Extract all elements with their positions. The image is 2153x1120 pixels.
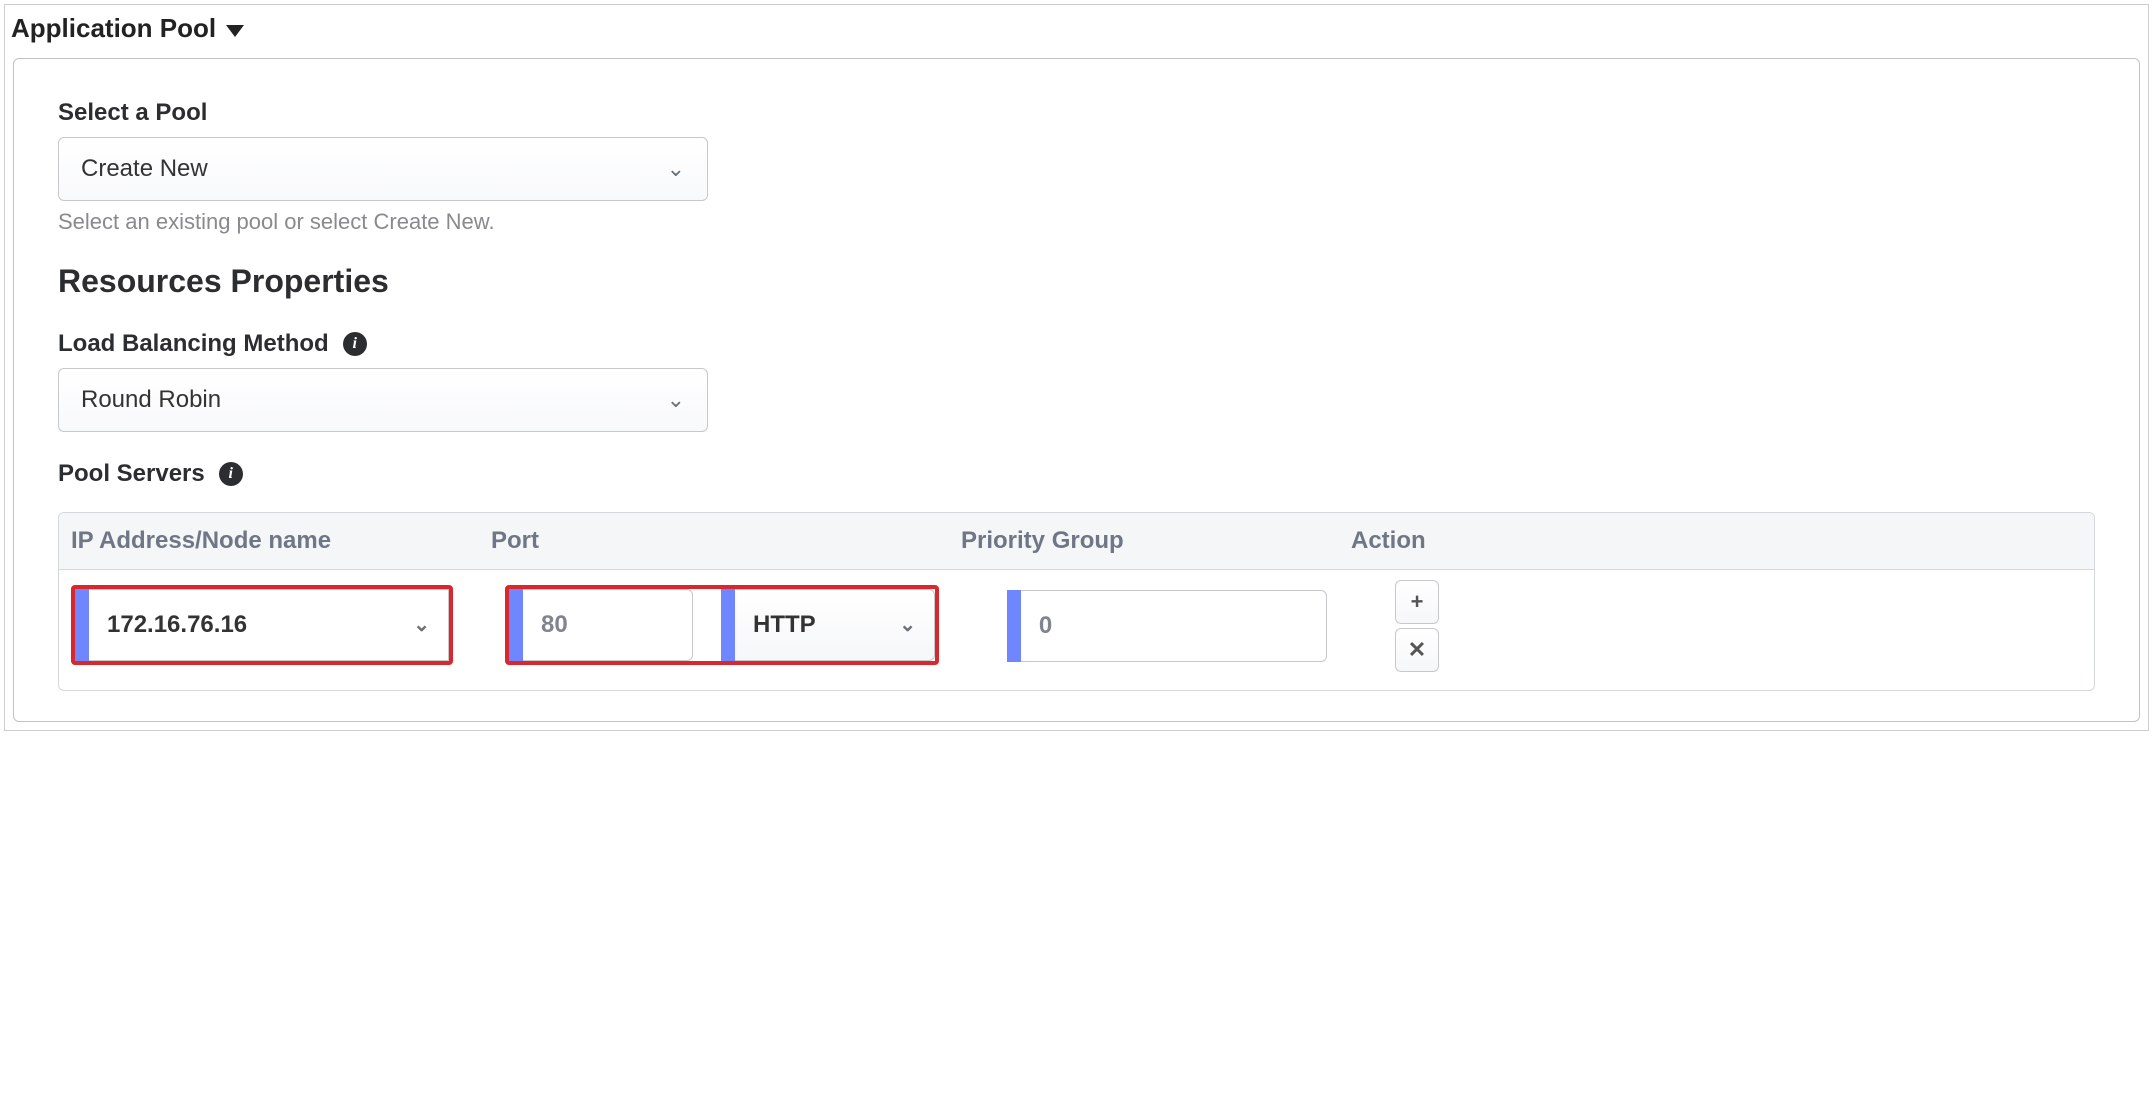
lb-method-dropdown[interactable]: Round Robin ⌄: [58, 368, 708, 432]
resources-properties-title: Resources Properties: [58, 263, 2095, 300]
chevron-down-icon: ⌄: [667, 156, 685, 182]
protocol-value: HTTP: [753, 611, 816, 639]
accent-bar: [75, 589, 89, 661]
port-input[interactable]: 80: [523, 589, 693, 661]
plus-icon: +: [1411, 589, 1424, 615]
section-title: Application Pool: [11, 13, 216, 44]
pool-servers-table: IP Address/Node name Port Priority Group…: [58, 512, 2095, 691]
col-header-action: Action: [1339, 527, 2094, 555]
select-pool-label: Select a Pool: [58, 99, 708, 127]
lb-method-label: Load Balancing Method i: [58, 330, 708, 358]
add-row-button[interactable]: +: [1395, 580, 1439, 624]
chevron-down-icon: ⌄: [413, 612, 430, 637]
col-header-ip: IP Address/Node name: [59, 527, 479, 555]
caret-down-icon: [226, 25, 244, 37]
accent-bar: [721, 589, 735, 661]
table-row: 172.16.76.16 ⌄ 80: [59, 570, 2094, 690]
protocol-dropdown[interactable]: HTTP ⌄: [735, 589, 935, 661]
section-header-application-pool[interactable]: Application Pool: [5, 5, 2148, 58]
accent-bar: [1007, 590, 1021, 662]
col-header-port: Port: [479, 527, 949, 555]
priority-group-input[interactable]: 0: [1021, 590, 1327, 662]
pool-servers-label: Pool Servers i: [58, 460, 2095, 488]
port-value: 80: [541, 611, 568, 639]
ip-node-dropdown[interactable]: 172.16.76.16 ⌄: [89, 589, 449, 661]
info-icon[interactable]: i: [343, 332, 367, 356]
select-pool-dropdown[interactable]: Create New ⌄: [58, 137, 708, 201]
info-icon[interactable]: i: [219, 462, 243, 486]
close-icon: ✕: [1408, 637, 1426, 663]
chevron-down-icon: ⌄: [667, 387, 685, 413]
lb-method-value: Round Robin: [81, 386, 221, 414]
priority-group-value: 0: [1039, 612, 1052, 640]
accent-bar: [509, 589, 523, 661]
highlight-ip: 172.16.76.16 ⌄: [71, 585, 453, 665]
highlight-port-proto: 80 HTTP ⌄: [505, 585, 939, 665]
select-pool-hint: Select an existing pool or select Create…: [58, 209, 708, 235]
ip-value: 172.16.76.16: [107, 611, 247, 639]
select-pool-value: Create New: [81, 155, 208, 183]
remove-row-button[interactable]: ✕: [1395, 628, 1439, 672]
col-header-pg: Priority Group: [949, 527, 1339, 555]
table-header: IP Address/Node name Port Priority Group…: [59, 513, 2094, 570]
chevron-down-icon: ⌄: [899, 612, 916, 637]
application-pool-panel: Select a Pool Create New ⌄ Select an exi…: [13, 58, 2140, 722]
